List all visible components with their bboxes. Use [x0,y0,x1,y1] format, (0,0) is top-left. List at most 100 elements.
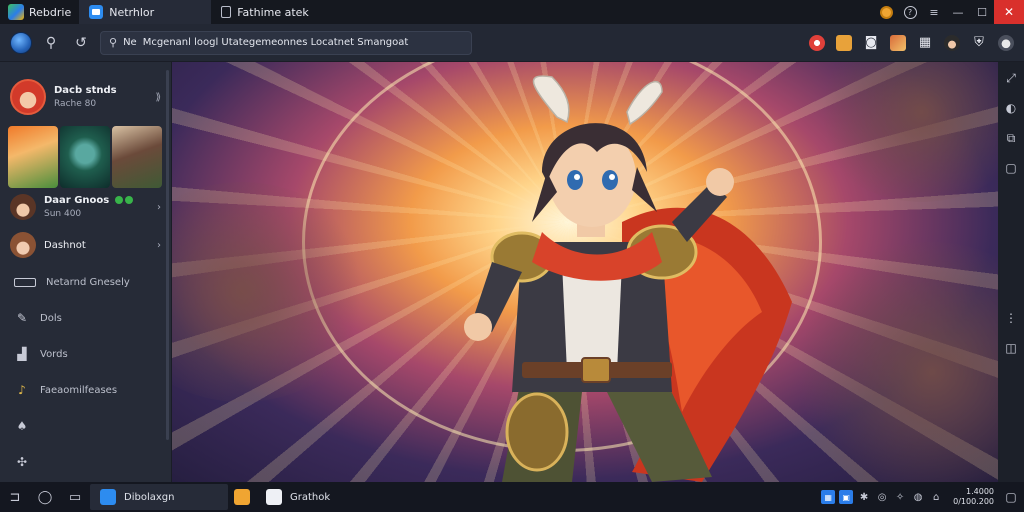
search-prefix: Ne [123,37,137,48]
sidebar-item-store[interactable]: ▟ Vords [0,336,171,372]
shake-icon: ⧉ [1006,130,1016,145]
close-button[interactable]: ✕ [994,0,1024,24]
media-icon: ▭ [68,489,82,505]
coin-icon [879,5,893,19]
game-thumbnail[interactable] [60,126,110,188]
pokeball-button[interactable] [805,31,829,55]
media-button[interactable]: ▭ [60,482,90,512]
group-avatar [10,194,36,220]
avatar-icon [944,34,960,51]
taskbar-app-label: Dibolaxgn [124,491,175,503]
group-item[interactable]: Daar Gnoos Sun 400 › [0,188,171,226]
game-thumbnails [0,122,171,188]
store-icon: ▟ [17,347,27,361]
fullscreen-button[interactable]: ⤢ [1001,68,1021,88]
sidebar-item-keyboard[interactable]: Netarnd Gnesely [0,264,171,300]
hero-character-artwork [464,75,792,482]
more-button[interactable]: ⋮ [1001,308,1021,328]
search-bar[interactable]: ⚲ Ne [100,30,472,55]
game-thumbnail[interactable] [112,126,162,188]
sidebar-item-label: Vords [40,348,68,360]
profile-card[interactable]: Dacb stnds Rache 80 ⟫ [0,62,171,122]
tab-fathime[interactable]: Fathime atek [211,0,343,24]
clock-date: 0/100.200 [953,497,994,506]
record-button[interactable]: ▢ [1001,158,1021,178]
sidebar-item-tools[interactable]: ✎ Dols [0,300,171,336]
rotate-icon: ◐ [1005,101,1017,115]
profile-avatar [10,79,46,115]
tab-netrhlor[interactable]: Netrhlor [79,0,212,24]
coin-button[interactable] [874,0,898,24]
menu-icon: ≡ [929,5,939,19]
online-dot-icon [114,196,123,204]
sidebar-item-settings[interactable]: ✣ [0,444,171,480]
chat-button[interactable]: ◯ [30,482,60,512]
battery-icon[interactable]: ◍ [911,490,925,504]
grid-icon: ▦ [918,35,932,50]
tab-label: Fathime atek [237,5,309,19]
taskbar-app[interactable]: Grathok [256,484,340,510]
volume-icon[interactable]: ◎ [875,490,889,504]
sidebar-item-label: Dols [40,312,62,324]
bluetooth-icon[interactable]: ✱ [857,490,871,504]
search-icon: ⚲ [109,36,118,49]
group-name: Daar Gnoos [44,195,110,206]
camera-button[interactable]: ◙ [859,31,883,55]
characters-icon [890,34,906,51]
sidebar-item-label: Netarnd Gnesely [46,276,130,288]
sidebar-item-music[interactable]: ♪ Faeaomilfeases [0,372,171,408]
grid-button[interactable]: ▦ [913,31,937,55]
sidebar-item-label: Faeaomilfeases [40,384,118,396]
chevron-right-icon: › [157,201,161,213]
back-button[interactable]: ⊐ [0,482,30,512]
rotate-button[interactable]: ◐ [1001,98,1021,118]
menu-button[interactable]: ≡ [922,0,946,24]
avatar-button[interactable] [940,31,964,55]
search-input[interactable] [142,37,463,48]
settings-tray-icon[interactable]: ✧ [893,490,907,504]
taskbar-app[interactable] [228,484,256,510]
more-icon: ⋮ [1005,311,1017,325]
app-name: Rebdrie [29,5,72,19]
settings-icon: ✣ [16,455,28,469]
friend-name: Dashnot [44,239,86,251]
game-viewport[interactable] [172,62,998,482]
notifications-icon[interactable]: ▢ [1004,490,1018,504]
minimize-button[interactable]: — [946,0,970,24]
characters-button[interactable] [886,31,910,55]
controller-icon: ↺ [75,34,87,51]
friend-item[interactable]: Dashnot › [0,226,171,264]
layers-button[interactable]: ◫ [1001,338,1021,358]
camera-icon: ◙ [864,35,878,50]
sidebar-item-leaf[interactable]: ♠ [0,408,171,444]
clock[interactable]: 1.4000 0/100.200 [953,487,994,507]
taskbar: ⊐ ◯ ▭ Dibolaxgn Grathok ▦ ▣ ✱ ◎ ✧ ◍ ⌂ 1.… [0,482,1024,512]
gamepad-icon: ⚲ [45,34,57,51]
app-brand[interactable]: Rebdrie [0,0,79,24]
globe-icon [10,31,32,54]
clock-time: 1.4000 [966,487,994,496]
game-thumbnail[interactable] [8,126,58,188]
folder-icon [234,489,250,505]
toolbar: ⚲ ↺ ⚲ Ne ◙ ▦ ⛨ [0,24,1024,62]
account-button[interactable] [994,31,1018,55]
tab-label: Netrhlor [109,5,155,19]
sidebar-scrollbar[interactable] [166,70,169,440]
right-toolbar: ⤢ ◐ ⧉ ▢ ⋮ ◫ [998,62,1024,482]
taskbar-app-active[interactable]: Dibolaxgn [90,484,228,510]
controller-button[interactable]: ↺ [66,28,96,58]
language-icon[interactable]: ⌂ [929,490,943,504]
display-icon[interactable]: ▣ [839,490,854,504]
group-status: Sun 400 [44,209,82,219]
profile-name: Dacb stnds [54,85,117,96]
network-icon[interactable]: ▦ [821,490,836,504]
sidebar: Dacb stnds Rache 80 ⟫ Daar Gnoos Sun 400… [0,62,172,482]
help-button[interactable]: ? [898,0,922,24]
gift-button[interactable] [832,31,856,55]
gamepad-button[interactable]: ⚲ [36,28,66,58]
title-bar: Rebdrie Netrhlor Fathime atek ? ≡ — ☐ ✕ [0,0,1024,24]
shake-button[interactable]: ⧉ [1001,128,1021,148]
shield-button[interactable]: ⛨ [967,31,991,55]
maximize-button[interactable]: ☐ [970,0,994,24]
home-button[interactable] [6,28,36,58]
